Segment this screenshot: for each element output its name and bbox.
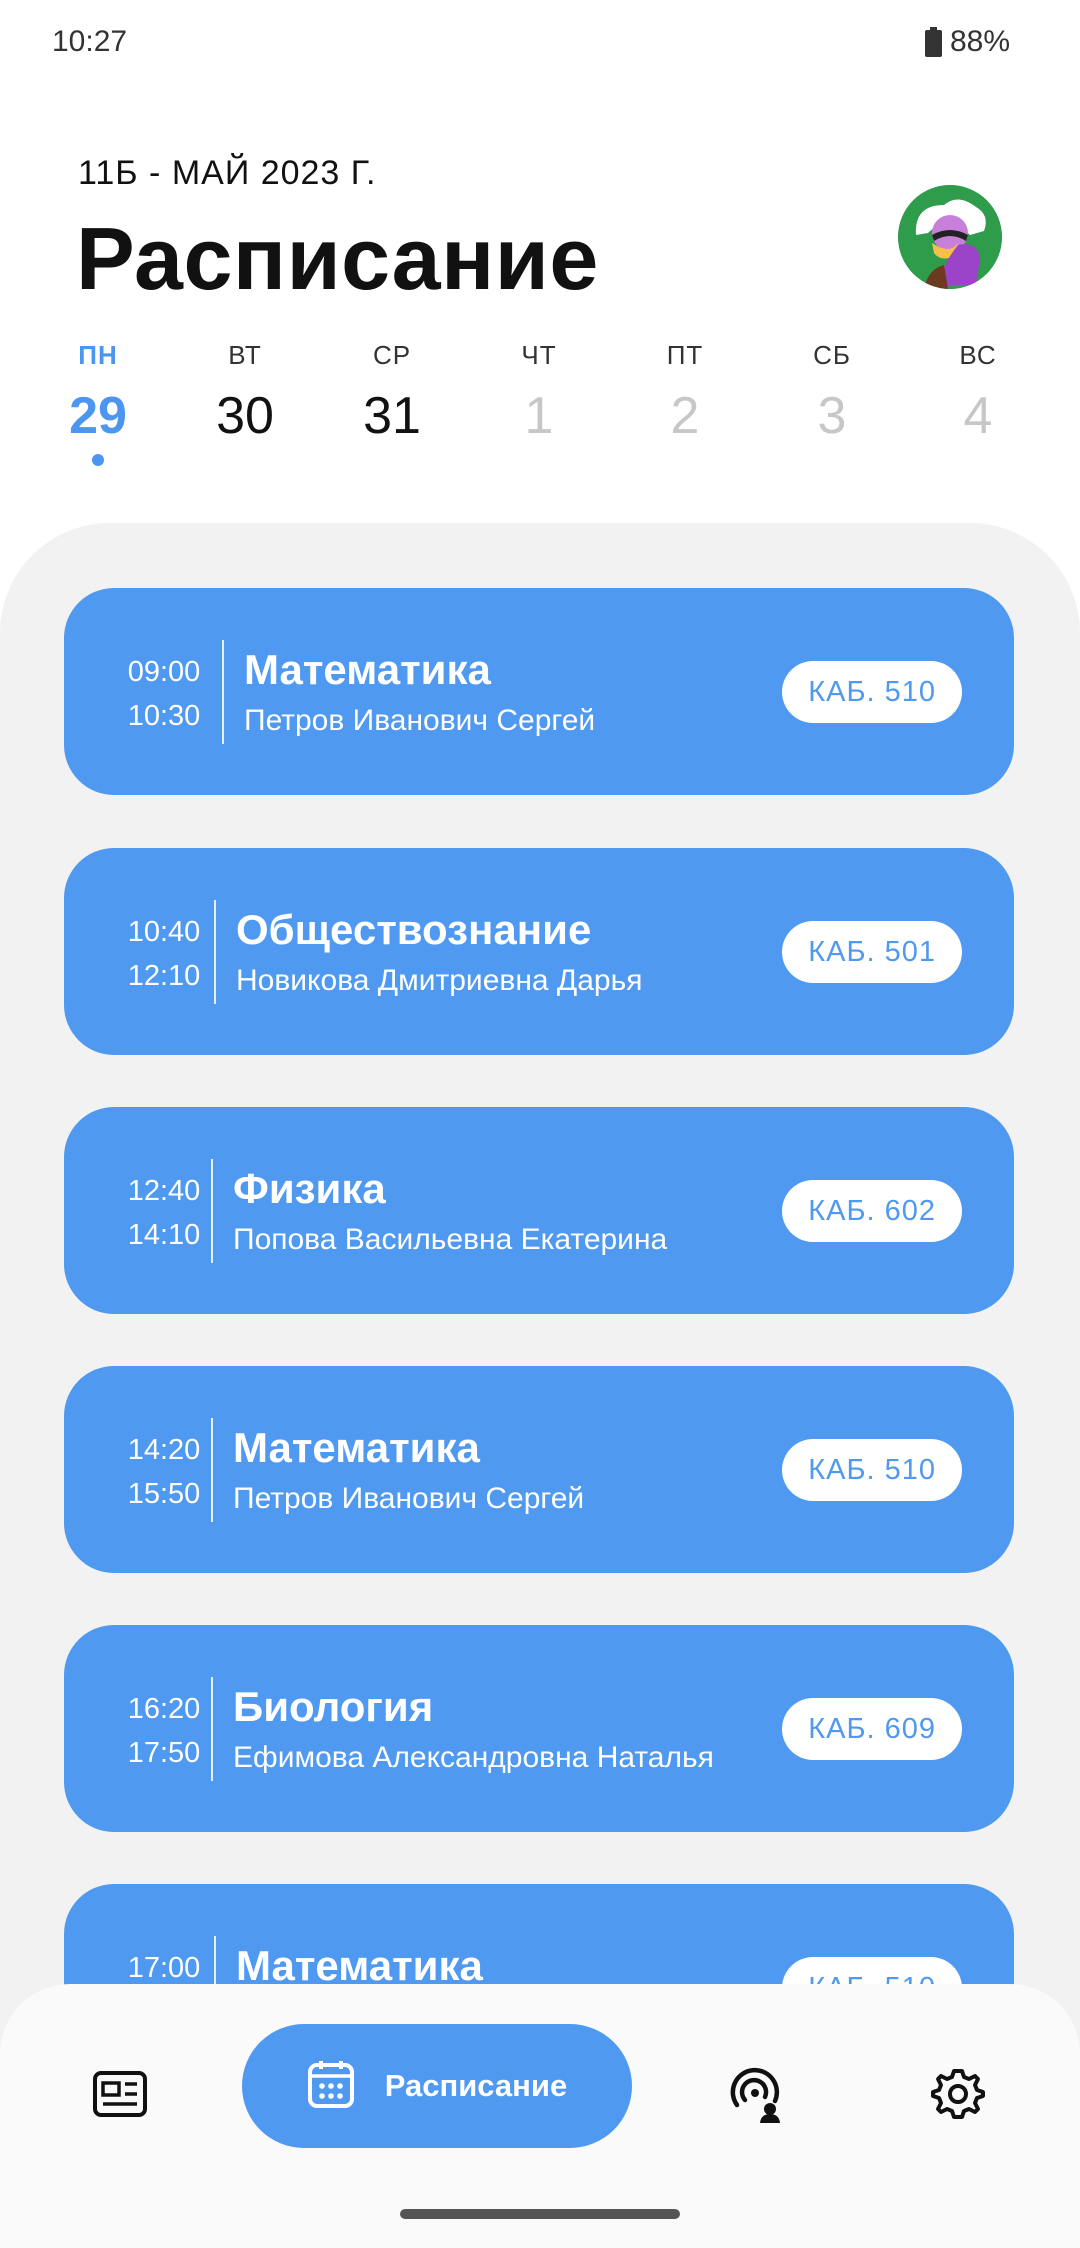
lesson-end: 17:50	[127, 1737, 201, 1769]
lesson-times: 16:20 17:50	[114, 1687, 214, 1775]
status-time: 10:27	[52, 25, 128, 58]
lesson-start: 14:20	[127, 1434, 201, 1466]
day-monday[interactable]: ПН 29	[48, 340, 148, 466]
day-saturday[interactable]: СБ 3	[782, 340, 882, 446]
lesson-times: 10:40 12:10	[114, 910, 214, 998]
lesson-subject: Математика	[244, 646, 491, 693]
nav-schedule-label: Расписание	[384, 2068, 568, 2103]
page-title: Расписание	[76, 209, 599, 308]
lesson-subject: Физика	[233, 1165, 386, 1212]
lesson-subject: Математика	[236, 1942, 483, 1989]
lesson-start: 10:40	[127, 916, 201, 948]
day-number: 30	[216, 387, 274, 445]
day-number: 31	[363, 387, 421, 445]
lesson-teacher: Новикова Дмитриевна Дарья	[236, 964, 643, 997]
lesson-card[interactable]: 14:20 15:50 Математика Петров Иванович С…	[64, 1366, 1014, 1573]
day-name: СБ	[813, 340, 851, 370]
lesson-teacher: Ефимова Александровна Наталья	[233, 1741, 714, 1774]
lesson-start: 12:40	[127, 1175, 201, 1207]
room-badge: КАБ. 510	[782, 1439, 962, 1501]
lesson-times: 14:20 15:50	[114, 1428, 214, 1516]
day-name: ВТ	[228, 340, 262, 370]
status-right: 88%	[924, 25, 1010, 59]
lesson-times: 12:40 14:10	[114, 1169, 214, 1257]
lesson-end: 14:10	[127, 1219, 201, 1251]
lesson-divider	[211, 1159, 213, 1263]
lesson-divider	[222, 640, 224, 744]
room-badge: КАБ. 602	[782, 1180, 962, 1242]
class-month-subtitle: 11Б - МАЙ 2023 Г.	[78, 154, 377, 192]
lesson-subject: Обществознание	[236, 906, 592, 953]
lesson-teacher: Петров Иванович Сергей	[233, 1482, 585, 1515]
lesson-card[interactable]: 12:40 14:10 Физика Попова Васильевна Ека…	[64, 1107, 1014, 1314]
home-indicator[interactable]	[400, 2209, 680, 2219]
lesson-divider	[211, 1418, 213, 1522]
podcast-user-icon[interactable]	[724, 2062, 788, 2126]
lesson-divider	[214, 900, 216, 1004]
lesson-divider	[211, 1677, 213, 1781]
lesson-teacher: Петров Иванович Сергей	[244, 704, 596, 737]
battery-percent: 88%	[949, 25, 1010, 58]
day-name: СР	[372, 340, 412, 370]
day-name: ЧТ	[521, 340, 557, 370]
day-name: ПТ	[666, 340, 704, 370]
day-sunday[interactable]: ВС 4	[928, 340, 1028, 446]
day-name: ВС	[959, 340, 997, 370]
lesson-end: 12:10	[127, 960, 201, 992]
day-number: 3	[817, 387, 847, 445]
room-badge: КАБ. 510	[782, 661, 962, 723]
news-icon[interactable]	[88, 2062, 152, 2126]
week-selector: ПН 29 ВТ 30 СР 31 ЧТ 1 ПТ 2 СБ 3 ВС 4	[48, 340, 1048, 490]
lesson-card[interactable]: 16:20 17:50 Биология Ефимова Александров…	[64, 1625, 1014, 1832]
lesson-card[interactable]: 09:00 10:30 Математика Петров Иванович С…	[64, 588, 1014, 795]
lesson-end: 10:30	[127, 700, 201, 732]
battery-icon	[924, 27, 942, 57]
lesson-times: 09:00 10:30	[114, 650, 214, 738]
lesson-subject: Биология	[233, 1683, 434, 1730]
avatar[interactable]	[898, 185, 1002, 289]
gear-icon[interactable]	[926, 2062, 990, 2126]
lesson-start: 16:20	[127, 1693, 201, 1725]
day-thursday[interactable]: ЧТ 1	[489, 340, 589, 446]
day-number: 29	[69, 387, 127, 445]
day-wednesday[interactable]: СР 31	[342, 340, 442, 446]
lesson-subject: Математика	[233, 1424, 480, 1471]
selected-day-dot	[92, 454, 104, 466]
day-number: 4	[963, 387, 993, 445]
day-friday[interactable]: ПТ 2	[635, 340, 735, 446]
day-number: 2	[670, 387, 700, 445]
lesson-start: 09:00	[127, 656, 201, 688]
day-name: ПН	[78, 340, 118, 370]
lesson-card[interactable]: 10:40 12:10 Обществознание Новикова Дмит…	[64, 848, 1014, 1055]
day-number: 1	[524, 387, 554, 445]
nav-schedule-button[interactable]: Расписание	[242, 2024, 632, 2148]
room-badge: КАБ. 501	[782, 921, 962, 983]
status-bar: 10:27 88%	[0, 0, 1080, 86]
lesson-teacher: Попова Васильевна Екатерина	[233, 1223, 668, 1256]
calendar-icon	[307, 2059, 355, 2114]
day-tuesday[interactable]: ВТ 30	[195, 340, 295, 446]
room-badge: КАБ. 609	[782, 1698, 962, 1760]
lesson-end: 15:50	[127, 1478, 201, 1510]
